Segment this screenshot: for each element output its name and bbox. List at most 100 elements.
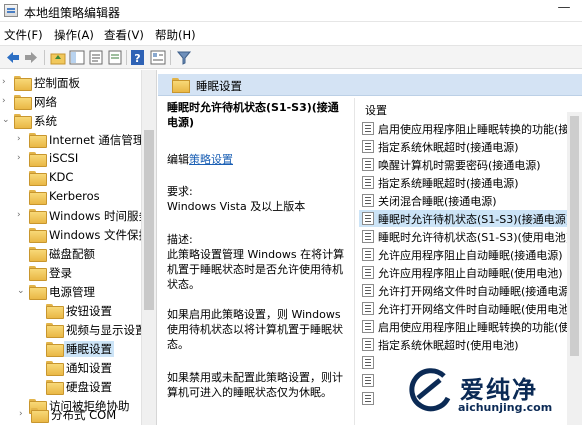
tree-item-kerberos[interactable]: Kerberos <box>17 188 142 206</box>
policy-title: 睡眠时允许待机状态(S1-S3)(接通电源) <box>167 101 339 129</box>
tree-item-label: 视频与显示设置 <box>66 323 147 337</box>
setting-row-selected[interactable]: 睡眠时允许待机状态(S1-S3)(接通电源) <box>359 210 581 227</box>
menu-view[interactable]: 查看(V) <box>104 27 144 43</box>
tree-expander[interactable]: › <box>17 134 27 144</box>
forward-arrow-icon[interactable] <box>22 49 40 66</box>
tree-item-label: 分布式 COM <box>51 408 117 422</box>
menu-action[interactable]: 操作(A) <box>54 27 94 43</box>
folder-icon <box>46 304 64 319</box>
setting-row[interactable]: 允许应用程序阻止自动睡眠(使用电池) <box>359 264 581 281</box>
view-list-icon[interactable] <box>149 49 167 66</box>
window-title: 本地组策略编辑器 <box>24 6 121 20</box>
policy-setting-icon <box>362 392 374 405</box>
export-list-icon[interactable] <box>87 49 105 66</box>
tree-item-internet-comm[interactable]: › Internet 通信管理 <box>17 131 144 149</box>
navigation-tree: › 控制面板 › 网络 ⌄ 系统 › Internet 通信管理 › iSCSI… <box>0 70 157 425</box>
tree-expander[interactable]: ⌄ <box>2 115 12 125</box>
policy-setting-icon <box>362 284 374 297</box>
tree-item-label: 按钮设置 <box>66 304 112 318</box>
up-folder-icon[interactable] <box>49 49 67 66</box>
watermark-url: aichunjing.com <box>458 401 553 414</box>
folder-icon <box>29 171 47 186</box>
tree-item-distributed-com[interactable]: › 分布式 COM <box>19 406 144 424</box>
setting-row[interactable]: 指定系统休眠超时(接通电源) <box>359 138 581 155</box>
tree-item-windows-time[interactable]: › Windows 时间服务 <box>17 207 150 225</box>
folder-icon <box>29 247 47 262</box>
setting-row[interactable]: 允许打开网络文件时自动睡眠(接通电源) <box>359 282 581 299</box>
tree-scrollbar[interactable] <box>141 70 156 425</box>
policy-setting-icon <box>362 266 374 279</box>
tree-item-hard-disk-settings[interactable]: 硬盘设置 <box>34 378 142 396</box>
folder-icon <box>29 266 47 281</box>
setting-row[interactable]: 指定系统休眠超时(使用电池) <box>359 336 581 353</box>
tree-item-kdc[interactable]: KDC <box>17 169 142 187</box>
setting-row[interactable]: 允许打开网络文件时自动睡眠(使用电池) <box>359 300 581 317</box>
tree-item-iscsi[interactable]: › iSCSI <box>17 150 142 168</box>
tree-item-label: Windows 文件保护 <box>49 228 150 242</box>
settings-column-header[interactable]: 设置 <box>365 102 387 118</box>
setting-row[interactable]: 启用使应用程序阻止睡眠转换的功能(接通电源) <box>359 120 582 137</box>
setting-row[interactable] <box>359 354 581 371</box>
tree-expander[interactable]: › <box>17 153 27 163</box>
settings-scrollbar[interactable] <box>567 112 582 425</box>
tree-item-notification-settings[interactable]: 通知设置 <box>34 359 142 377</box>
requirements-label: 要求: <box>167 185 193 198</box>
menu-file[interactable]: 文件(F) <box>4 27 43 43</box>
tree-expander[interactable]: › <box>19 409 29 419</box>
folder-icon <box>29 285 47 300</box>
description-text: 此策略设置管理 Windows 在将计算机置于睡眠状态时是否允许使用待机状态。 <box>167 248 345 291</box>
tree-item-button-settings[interactable]: 按钮设置 <box>34 302 142 320</box>
settings-scrollbar-thumb[interactable] <box>570 116 579 356</box>
tree-item-network[interactable]: › 网络 <box>2 93 142 111</box>
folder-icon <box>46 361 64 376</box>
setting-label: 唤醒计算机时需要密码(接通电源) <box>378 159 541 172</box>
minimize-button[interactable]: — <box>554 1 574 18</box>
help-icon[interactable]: ? <box>129 49 147 66</box>
setting-row[interactable]: 睡眠时允许待机状态(S1-S3)(使用电池) <box>359 228 581 245</box>
tree-expander[interactable]: › <box>17 210 27 220</box>
setting-label: 指定系统休眠超时(使用电池) <box>378 339 519 352</box>
properties-icon[interactable] <box>106 49 124 66</box>
tree-expander <box>17 191 27 201</box>
tree-expander <box>34 305 44 315</box>
description-label: 描述: <box>167 233 193 246</box>
setting-row[interactable]: 启用使应用程序阻止睡眠转换的功能(使用电池) <box>359 318 582 335</box>
setting-row[interactable]: 关闭混合睡眠(接通电源) <box>359 192 581 209</box>
edit-policy-link[interactable]: 策略设置 <box>189 153 233 166</box>
setting-row[interactable]: 唤醒计算机时需要密码(接通电源) <box>359 156 581 173</box>
enabled-text: 如果启用此策略设置，则 Windows 使用待机状态以将计算机置于睡眠状态。 <box>167 308 343 351</box>
back-arrow-icon[interactable] <box>4 49 22 66</box>
filter-icon[interactable] <box>175 49 193 66</box>
tree-expander[interactable]: ⌄ <box>17 286 27 296</box>
tree-item-sleep-settings[interactable]: 睡眠设置 <box>34 340 142 358</box>
tree-item-power-management[interactable]: ⌄ 电源管理 <box>17 283 142 301</box>
tree-item-label: 控制面板 <box>34 76 80 90</box>
setting-row[interactable]: 指定系统睡眠超时(接通电源) <box>359 174 581 191</box>
policy-setting-icon <box>362 230 374 243</box>
tree-item-control-panel[interactable]: › 控制面板 <box>2 74 142 92</box>
policy-setting-icon <box>362 320 374 333</box>
folder-icon <box>46 323 64 338</box>
policy-setting-icon <box>362 140 374 153</box>
content-header-title: 睡眠设置 <box>196 79 242 93</box>
tree-item-label: 系统 <box>34 114 57 128</box>
tree-scrollbar-thumb[interactable] <box>144 130 154 310</box>
setting-label: 睡眠时允许待机状态(S1-S3)(接通电源) <box>378 213 571 226</box>
setting-row[interactable]: 允许应用程序阻止自动睡眠(接通电源) <box>359 246 581 263</box>
show-hide-tree-icon[interactable] <box>68 49 86 66</box>
tree-item-logon[interactable]: 登录 <box>17 264 142 282</box>
policy-setting-icon <box>362 374 374 387</box>
tree-expander[interactable]: › <box>2 96 12 106</box>
folder-icon <box>14 114 32 129</box>
tree-item-system[interactable]: ⌄ 系统 <box>2 112 142 130</box>
description-pane: 睡眠时允许待机状态(S1-S3)(接通电源) 编辑策略设置 要求: Window… <box>160 98 350 425</box>
folder-icon <box>29 190 47 205</box>
tree-item-windows-file-protection[interactable]: Windows 文件保护 <box>17 226 150 244</box>
tree-item-label: 硬盘设置 <box>66 380 112 394</box>
tree-item-video-display-settings[interactable]: 视频与显示设置 <box>34 321 147 339</box>
folder-icon <box>29 209 47 224</box>
watermark-logo-icon <box>409 368 451 412</box>
tree-expander[interactable]: › <box>2 77 12 87</box>
tree-item-disk-quota[interactable]: 磁盘配额 <box>17 245 142 263</box>
menu-help[interactable]: 帮助(H) <box>155 27 196 43</box>
